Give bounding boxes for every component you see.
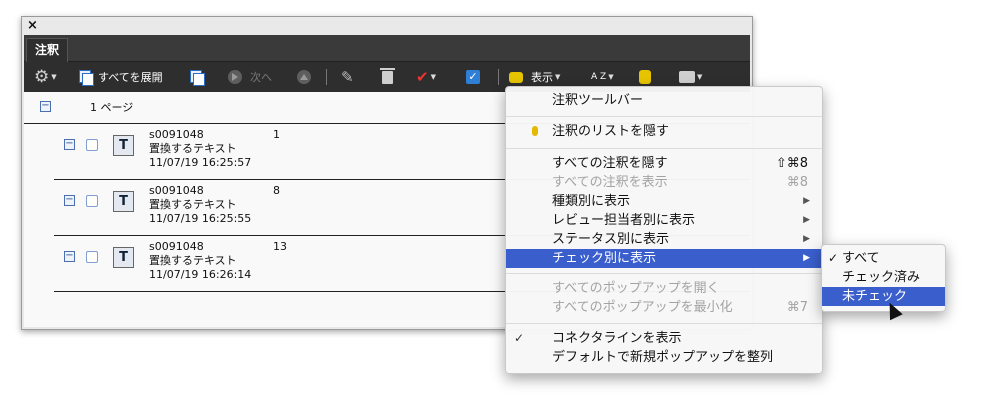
comment-date: 11/07/19 16:25:55 (149, 212, 252, 225)
shortcut-hide-all: ⇧⌘8 (775, 156, 808, 171)
checkmark-button[interactable]: ✓ (466, 62, 480, 92)
trash-icon (380, 67, 395, 84)
collapse-icon[interactable]: − (64, 139, 75, 150)
submenu-item-checked[interactable]: チェック済み (822, 268, 945, 287)
menu-item-by-status[interactable]: ステータス別に表示 ▶ (506, 230, 822, 249)
sort-icon: A Z (591, 71, 607, 82)
show-label: 表示 (531, 71, 553, 84)
close-icon[interactable]: × (27, 17, 38, 35)
collapse-all-button[interactable] (190, 62, 209, 92)
tab-comments[interactable]: 注釈 (26, 38, 68, 62)
set-status-button[interactable]: ✔ ▼ (416, 62, 436, 92)
collapse-all-icon (190, 69, 205, 86)
show-context-menu: 注釈ツールバー 注釈のリストを隠す すべての注釈を隠す ⇧⌘8 すべての注釈を表… (505, 86, 823, 374)
menu-item-by-reviewer[interactable]: レビュー担当者別に表示 ▶ (506, 211, 822, 230)
replace-text-icon: T (113, 191, 134, 212)
reply-icon: ✎ (341, 68, 354, 86)
comment-number: 13 (273, 240, 287, 253)
expand-all-label: すべてを展開 (98, 71, 163, 84)
menu-item-connector-lines[interactable]: ✓ コネクタラインを表示 (506, 329, 822, 348)
expand-all-icon (79, 69, 94, 86)
submenu-arrow-icon: ▶ (803, 215, 810, 225)
comment-author: s0091048 (149, 128, 204, 141)
submenu-item-all[interactable]: ✓ すべて (822, 249, 945, 268)
next-label: 次へ (250, 71, 272, 84)
replace-text-icon: T (113, 135, 134, 156)
comment-checkbox[interactable] (86, 139, 98, 151)
tab-strip: 注釈 (24, 35, 750, 62)
comment-number: 1 (273, 128, 280, 141)
comment-checkbox[interactable] (86, 195, 98, 207)
status-icon: ✔ (416, 68, 429, 86)
collapse-icon[interactable]: − (40, 101, 51, 112)
comment-date: 11/07/19 16:25:57 (149, 156, 252, 169)
comment-number: 8 (273, 184, 280, 197)
comment-checkbox[interactable] (86, 251, 98, 263)
comment-type: 置換するテキスト (149, 198, 237, 211)
next-button[interactable]: 次へ (228, 62, 272, 92)
menu-item-by-type[interactable]: 種類別に表示 ▶ (506, 192, 822, 211)
previous-button[interactable] (297, 62, 311, 92)
comment-date: 11/07/19 16:26:14 (149, 268, 252, 281)
comment-author: s0091048 (149, 240, 204, 253)
submenu-arrow-icon: ▶ (803, 234, 810, 244)
delete-button[interactable] (380, 62, 395, 92)
shortcut-show-all: ⌘8 (786, 175, 808, 190)
comment-icon (509, 71, 523, 83)
checked-submenu: ✓ すべて チェック済み 未チェック (821, 244, 946, 312)
print-icon (679, 71, 695, 83)
collapse-icon[interactable]: − (64, 251, 75, 262)
menu-item-hide-all[interactable]: すべての注釈を隠す ⇧⌘8 (506, 154, 822, 173)
comment-author: s0091048 (149, 184, 204, 197)
replace-text-icon: T (113, 247, 134, 268)
menu-item-open-popups: すべてのポップアップを開く (552, 281, 720, 296)
menu-item-align-popups[interactable]: デフォルトで新規ポップアップを整列 (506, 348, 822, 367)
comment-type: 置換するテキスト (149, 254, 237, 267)
gear-icon: ⚙ (34, 67, 50, 87)
submenu-arrow-icon: ▶ (803, 253, 810, 263)
submenu-item-unchecked[interactable]: 未チェック (822, 287, 945, 306)
page-label: 1 ページ (90, 101, 134, 114)
reply-button[interactable]: ✎ (341, 62, 354, 92)
title-bar: × (22, 17, 752, 35)
checkmark-icon: ✓ (514, 331, 525, 345)
menu-item-hide-list[interactable]: 注釈のリストを隠す (506, 122, 822, 141)
pin-icon (532, 126, 538, 136)
options-button[interactable]: ⚙ ▼ (34, 62, 57, 92)
checkmark-icon: ✓ (466, 70, 480, 84)
next-icon (228, 70, 242, 84)
menu-item-minimize-popups: すべてのポップアップを最小化 ⌘7 (552, 300, 808, 315)
import-icon (639, 70, 651, 84)
submenu-arrow-icon: ▶ (803, 196, 810, 206)
menu-item-by-checked[interactable]: チェック別に表示 ▶ (506, 249, 822, 268)
checkmark-icon: ✓ (828, 251, 839, 265)
expand-all-button[interactable]: すべてを展開 (79, 62, 163, 92)
menu-item-show-all: すべての注釈を表示 ⌘8 (552, 175, 808, 190)
comment-type: 置換するテキスト (149, 142, 237, 155)
collapse-icon[interactable]: − (64, 195, 75, 206)
previous-icon (297, 70, 311, 84)
menu-item-comment-toolbar[interactable]: 注釈ツールバー (506, 91, 822, 110)
shortcut-minimize: ⌘7 (786, 300, 808, 315)
